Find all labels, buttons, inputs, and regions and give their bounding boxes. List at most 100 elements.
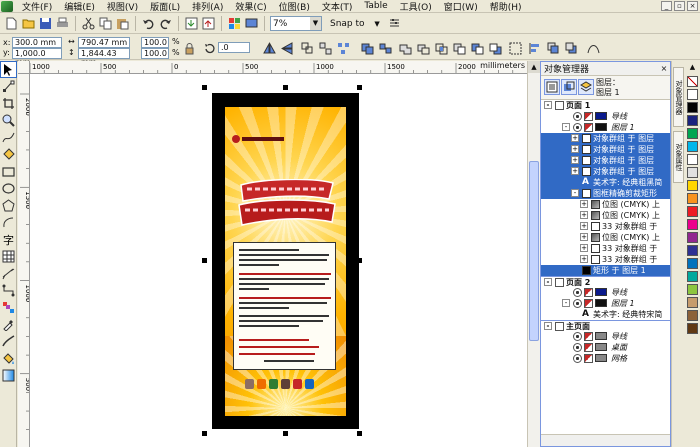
options-icon[interactable] <box>387 16 402 31</box>
break-apart-icon[interactable] <box>378 41 393 56</box>
connector-tool-icon[interactable] <box>0 282 17 299</box>
layer-color-swatch[interactable] <box>595 299 607 307</box>
menu-file[interactable]: 文件(F) <box>16 0 58 13</box>
selection-handle[interactable] <box>357 258 362 263</box>
palette-color-swatch[interactable] <box>687 232 698 243</box>
group-icon[interactable] <box>300 41 315 56</box>
mirror-vertical-icon[interactable] <box>280 41 295 56</box>
shape-tool-icon[interactable] <box>0 78 17 95</box>
print-icon[interactable] <box>55 16 70 31</box>
interactive-fill-tool-icon[interactable] <box>0 367 17 384</box>
menu-view[interactable]: 视图(V) <box>101 0 144 13</box>
tree-object-node[interactable]: +33 对象群组 于 <box>541 254 670 265</box>
back-minus-front-icon[interactable] <box>488 41 503 56</box>
tree-page-node[interactable]: - 主页面 <box>541 320 670 331</box>
polygon-tool-icon[interactable] <box>0 197 17 214</box>
tree-layer-node[interactable]: 导线 <box>541 331 670 342</box>
collapse-icon[interactable]: - <box>544 101 552 109</box>
palette-color-swatch[interactable] <box>687 89 698 100</box>
print-toggle-icon[interactable] <box>584 112 593 121</box>
scrollbar-thumb[interactable] <box>529 161 539 341</box>
vertical-scrollbar[interactable]: ▲ <box>527 61 540 447</box>
tree-layer-node[interactable]: - 图层 1 <box>541 298 670 309</box>
to-back-icon[interactable] <box>564 41 579 56</box>
show-properties-icon[interactable] <box>544 79 560 95</box>
collapse-icon[interactable]: - <box>544 278 552 286</box>
lock-ratio-icon[interactable] <box>182 41 197 56</box>
palette-color-swatch[interactable] <box>687 219 698 230</box>
palette-color-swatch[interactable] <box>687 245 698 256</box>
tree-object-node[interactable]: +33 对象群组 于 <box>541 243 670 254</box>
ungroup-all-icon[interactable] <box>336 41 351 56</box>
tab-object-manager[interactable]: 对象管理器 <box>673 67 684 127</box>
restore-icon[interactable]: ▫ <box>674 1 685 11</box>
simplify-icon[interactable] <box>452 41 467 56</box>
palette-color-swatch[interactable] <box>687 102 698 113</box>
chevron-down-icon[interactable]: ▼ <box>310 17 321 30</box>
palette-color-swatch[interactable] <box>687 128 698 139</box>
layer-color-swatch[interactable] <box>595 288 607 296</box>
tree-object-node[interactable]: A 美术字: 经典粗黑简 <box>541 177 670 188</box>
collapse-icon[interactable]: - <box>571 189 579 197</box>
palette-color-swatch[interactable] <box>687 180 698 191</box>
to-front-icon[interactable] <box>546 41 561 56</box>
expand-icon[interactable]: + <box>571 145 579 153</box>
tree-object-node[interactable]: +33 对象群组 于 <box>541 221 670 232</box>
minimize-icon[interactable]: _ <box>661 1 672 11</box>
undo-icon[interactable] <box>141 16 156 31</box>
palette-color-swatch[interactable] <box>687 323 698 334</box>
selection-handle[interactable] <box>202 431 207 436</box>
horizontal-ruler[interactable]: 1000 500 0 500 1000 1500 2000 millimeters <box>30 61 527 74</box>
ellipse-tool-icon[interactable] <box>0 180 17 197</box>
layer-color-swatch[interactable] <box>595 354 607 362</box>
ruler-origin[interactable] <box>18 61 30 74</box>
body-text-box[interactable] <box>233 242 336 370</box>
selection-handle[interactable] <box>283 85 288 90</box>
collapse-icon[interactable]: - <box>562 299 570 307</box>
x-position-field[interactable]: 300.0 mm <box>12 37 62 48</box>
layer-manager-view-icon[interactable] <box>578 79 594 95</box>
collapse-icon[interactable]: - <box>544 322 552 330</box>
convert-to-curves-icon[interactable] <box>586 41 601 56</box>
outline-tool-icon[interactable] <box>0 333 17 350</box>
tree-object-node[interactable]: 矩形 于 图层 1 <box>541 265 670 276</box>
snap-to-label[interactable]: Snap to <box>324 19 368 29</box>
ungroup-icon[interactable] <box>318 41 333 56</box>
y-position-field[interactable]: 1,000.0 mm <box>12 48 62 67</box>
palette-color-swatch[interactable] <box>687 258 698 269</box>
palette-color-swatch[interactable] <box>687 284 698 295</box>
selected-banner-rectangle[interactable] <box>212 93 359 429</box>
blend-tool-icon[interactable] <box>0 299 17 316</box>
mirror-horizontal-icon[interactable] <box>262 41 277 56</box>
tree-object-node[interactable]: + 对象群组 于 图层 <box>541 133 670 144</box>
palette-color-swatch[interactable] <box>687 141 698 152</box>
collapse-icon[interactable]: - <box>562 123 570 131</box>
expand-icon[interactable]: + <box>571 156 579 164</box>
edit-across-layers-icon[interactable] <box>561 79 577 95</box>
rectangle-tool-icon[interactable] <box>0 163 17 180</box>
selection-handle[interactable] <box>202 258 207 263</box>
palette-color-swatch[interactable] <box>687 206 698 217</box>
tree-object-node[interactable]: + 位图 (CMYK) 上 <box>541 199 670 210</box>
selection-handle[interactable] <box>202 85 207 90</box>
layer-color-swatch[interactable] <box>595 123 607 131</box>
import-icon[interactable] <box>184 16 199 31</box>
palette-color-swatch[interactable] <box>687 310 698 321</box>
expand-icon[interactable]: + <box>580 211 588 219</box>
menu-window[interactable]: 窗口(W) <box>438 0 484 13</box>
table-tool-icon[interactable] <box>0 248 17 265</box>
print-toggle-icon[interactable] <box>584 123 593 132</box>
save-icon[interactable] <box>38 16 53 31</box>
expand-icon[interactable]: + <box>580 244 588 252</box>
tree-object-node[interactable]: + 位图 (CMYK) 上 <box>541 232 670 243</box>
fill-tool-icon[interactable] <box>0 350 17 367</box>
palette-color-swatch[interactable] <box>687 297 698 308</box>
banner-artwork[interactable] <box>225 107 346 416</box>
tree-page-node[interactable]: - 页面 1 <box>541 100 670 111</box>
tree-layer-node[interactable]: 导线 <box>541 111 670 122</box>
menu-layout[interactable]: 版面(L) <box>144 0 186 13</box>
selection-handle[interactable] <box>357 85 362 90</box>
menu-text[interactable]: 文本(T) <box>316 0 359 13</box>
pick-tool-icon[interactable] <box>0 61 17 78</box>
create-boundary-icon[interactable] <box>508 41 523 56</box>
